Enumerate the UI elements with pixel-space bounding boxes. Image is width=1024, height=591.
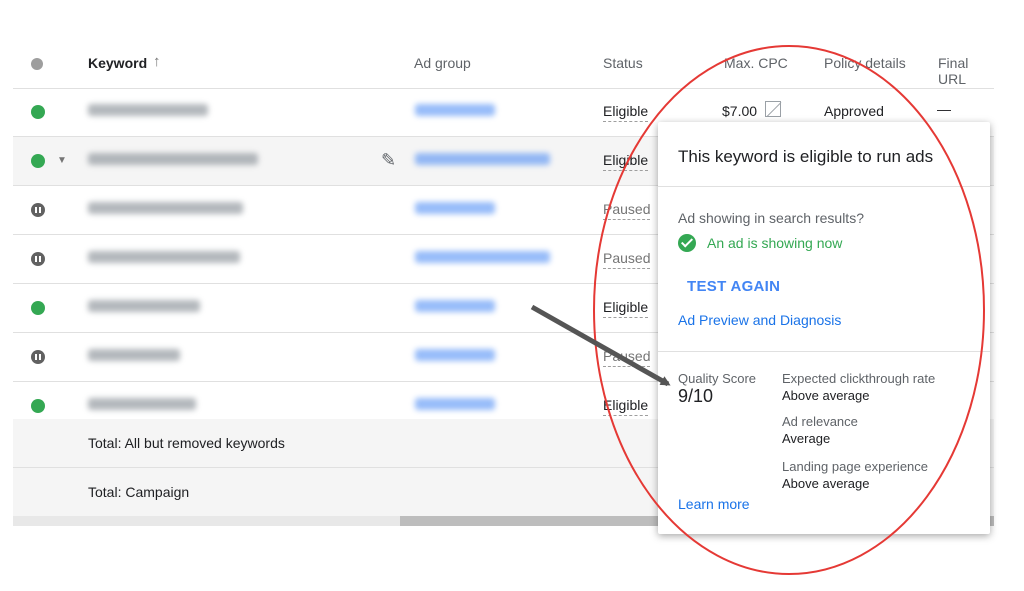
status-value[interactable]: Paused — [603, 201, 651, 220]
redacted-ad-group[interactable] — [415, 202, 495, 214]
eligible-status-icon — [31, 105, 45, 119]
policy-value: Approved — [824, 103, 884, 119]
total-all-but-removed: Total: All but removed keywords — [88, 435, 285, 451]
sort-ascending-icon[interactable]: ↑ — [153, 53, 161, 70]
eligible-status-icon — [31, 399, 45, 413]
paused-status-icon — [31, 203, 45, 217]
total-campaign: Total: Campaign — [88, 484, 190, 500]
check-circle-icon — [678, 234, 696, 252]
final-url-value: — — [937, 101, 951, 117]
redacted-keyword[interactable] — [88, 398, 196, 410]
eligible-status-icon — [31, 301, 45, 315]
metric-value: Above average — [782, 388, 870, 403]
ad-showing-status: An ad is showing now — [707, 235, 843, 251]
redacted-keyword[interactable] — [88, 153, 258, 165]
redacted-keyword[interactable] — [88, 300, 200, 312]
divider — [658, 351, 990, 352]
paused-status-icon — [31, 350, 45, 364]
max-cpc-value[interactable]: $7.00 — [722, 103, 757, 119]
column-keyword[interactable]: Keyword — [88, 55, 147, 71]
redacted-ad-group[interactable] — [415, 153, 550, 165]
metric-label: Landing page experience — [782, 459, 929, 474]
redacted-ad-group[interactable] — [415, 300, 495, 312]
redacted-ad-group[interactable] — [415, 349, 495, 361]
popup-title: This keyword is eligible to run ads — [678, 147, 934, 166]
status-value[interactable]: Eligible — [603, 397, 649, 416]
column-ad-group[interactable]: Ad group — [414, 55, 471, 71]
metric-value: Above average — [782, 476, 870, 491]
column-status[interactable]: Status — [603, 55, 643, 71]
status-value[interactable]: Paused — [603, 250, 651, 269]
status-value[interactable]: Eligible — [603, 152, 649, 171]
column-final-url[interactable]: Final URL — [938, 55, 994, 87]
search-question: Ad showing in search results? — [678, 210, 864, 226]
status-value[interactable]: Eligible — [603, 299, 649, 318]
redacted-ad-group[interactable] — [415, 251, 550, 263]
quality-score-label: Quality Score — [678, 371, 757, 386]
redacted-keyword[interactable] — [88, 251, 240, 263]
divider — [658, 186, 990, 187]
caret-down-icon[interactable]: ▼ — [57, 155, 67, 166]
status-column-icon[interactable] — [31, 58, 43, 70]
redacted-keyword[interactable] — [88, 104, 208, 116]
test-again-button[interactable]: TEST AGAIN — [687, 278, 780, 295]
redacted-keyword[interactable] — [88, 202, 243, 214]
redacted-keyword[interactable] — [88, 349, 180, 361]
quality-score-value: 9/10 — [678, 386, 714, 406]
bid-simulator-icon[interactable] — [765, 101, 781, 117]
status-value[interactable]: Eligible — [603, 103, 649, 122]
status-value[interactable]: Paused — [603, 348, 651, 367]
metric-label: Ad relevance — [782, 414, 858, 429]
keyword-diagnosis-popup: This keyword is eligible to run ads Ad s… — [658, 122, 990, 534]
paused-status-icon — [31, 252, 45, 266]
metric-value: Average — [782, 431, 831, 446]
metric-label: Expected clickthrough rate — [782, 371, 936, 386]
column-max-cpc[interactable]: Max. CPC — [724, 55, 788, 71]
table-header: Keyword ↑ Ad group Status Max. CPC Polic… — [13, 38, 994, 89]
column-policy-details[interactable]: Policy details — [824, 55, 906, 71]
redacted-ad-group[interactable] — [415, 104, 495, 116]
redacted-ad-group[interactable] — [415, 398, 495, 410]
eligible-status-icon — [31, 154, 45, 168]
learn-more-link[interactable]: Learn more — [678, 496, 750, 512]
edit-pencil-icon[interactable]: ✎ — [381, 150, 396, 171]
ad-preview-link[interactable]: Ad Preview and Diagnosis — [678, 312, 841, 328]
